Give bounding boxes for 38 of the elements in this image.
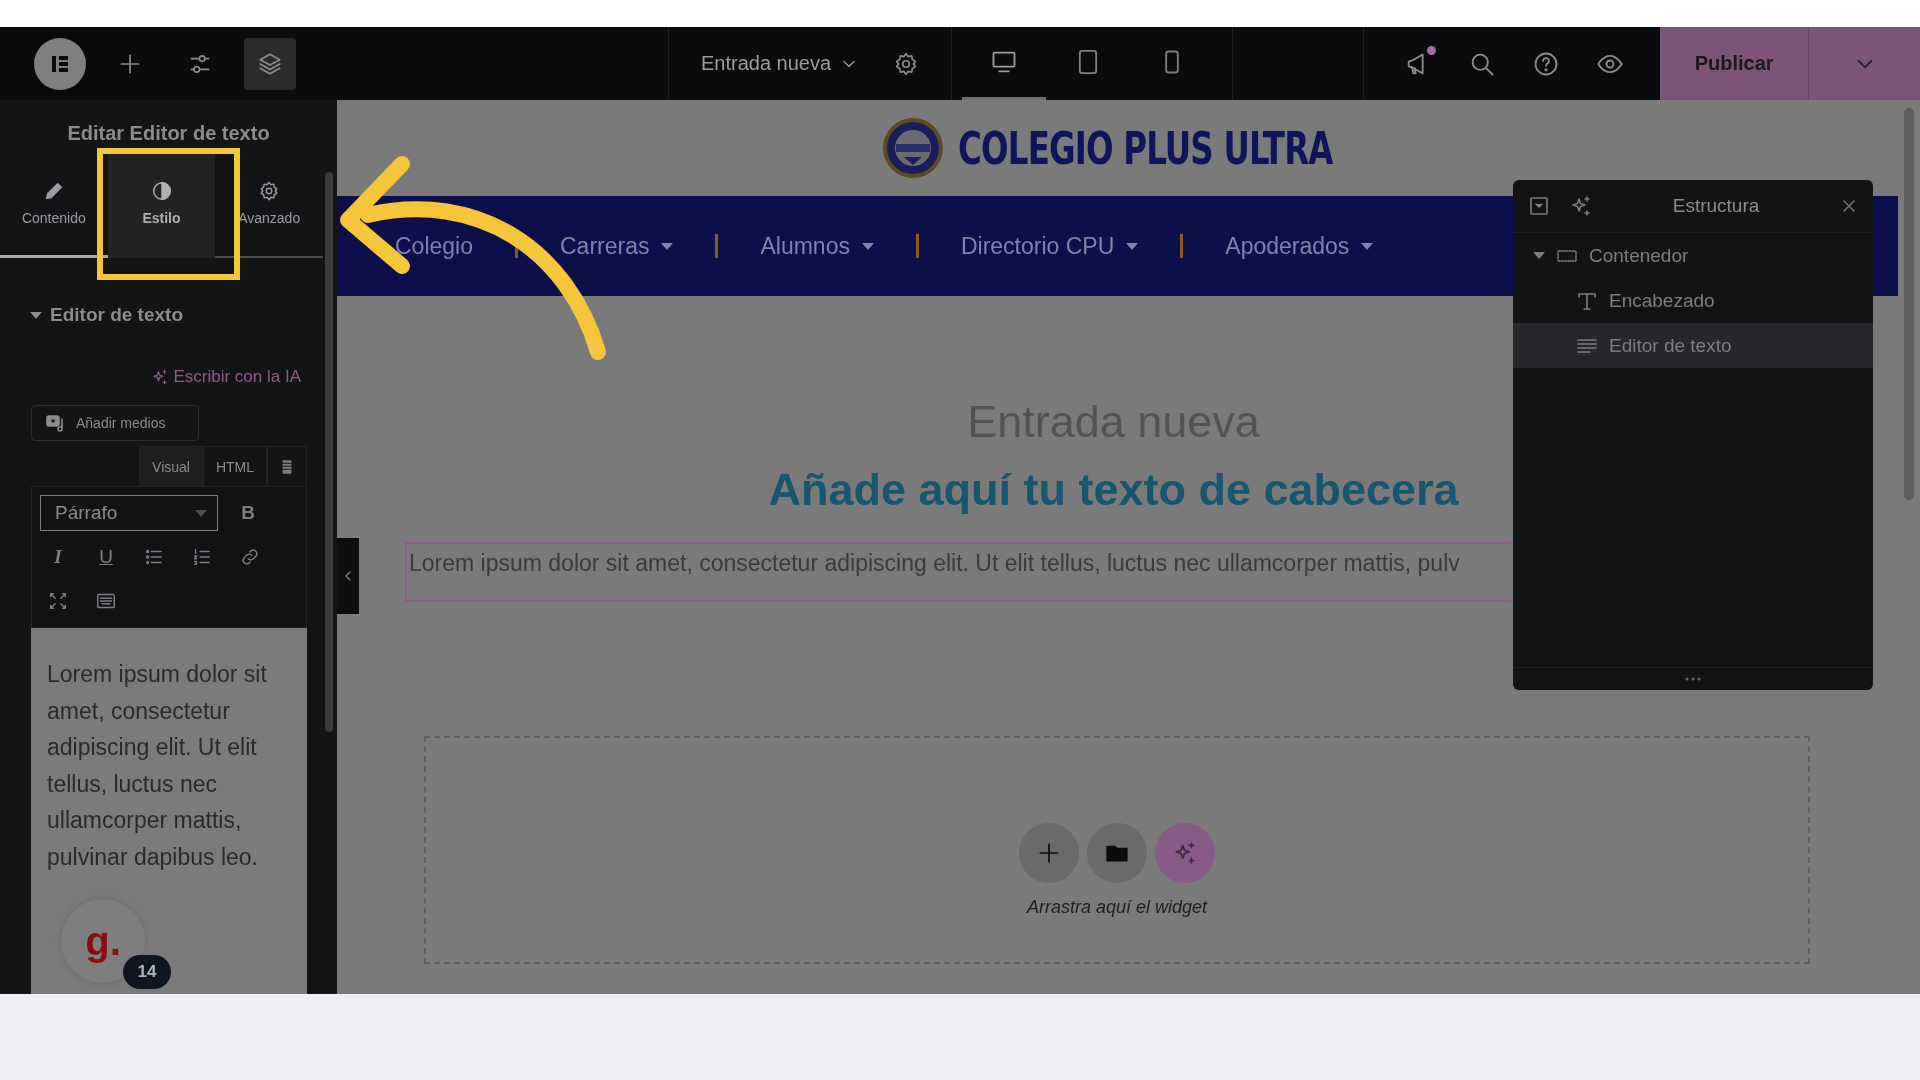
publish-button[interactable]: Publicar [1660,27,1809,100]
layers-icon[interactable] [244,37,296,90]
bold-button[interactable]: B [230,495,266,531]
editor-tab[interactable]: Visual [139,446,203,486]
scrollbar[interactable] [325,172,333,732]
nav-item[interactable]: Alumnos [760,232,874,260]
nav-item[interactable]: Carreras [560,232,674,260]
panel-title: Editar Editor de texto [66,121,271,146]
logo-icon[interactable] [34,37,86,90]
numbers-icon [191,546,213,568]
editor-text[interactable]: Lorem ipsum dolor sit amet, consectetur adipiscing elit. Ut elit tellus, luctus nec ullamcorper mattis, pulvinar dapibus leo. [47,656,291,875]
ai-link[interactable]: Escribir con la IA [145,366,307,388]
nav-item[interactable]: Apoderados [1225,232,1374,260]
caret-icon[interactable] [1533,252,1545,259]
count-badge: 14 [123,955,171,989]
resize-handle-icon[interactable] [1685,677,1701,681]
school-emblem-icon [882,117,945,179]
tree-item[interactable]: Encabezado [1513,278,1873,323]
tree-item[interactable]: Editor de texto [1513,323,1873,368]
scrollbar[interactable] [1904,108,1914,500]
sparkle-icon [151,368,170,386]
drop-zone[interactable]: Arrastra aquí el widget [424,736,1810,964]
text-widget[interactable]: Lorem ipsum dolor sit amet, consectetur adipiscing elit. Ut elit tellus, luctus nec ullamcorper mattis, pulv [405,542,1511,602]
tree-item[interactable]: Contenedor [1513,233,1873,278]
underline-button[interactable]: U [88,539,124,575]
contrast-icon [150,179,173,202]
italic-button[interactable]: I [40,539,76,575]
panel-title: Estructura [1671,195,1761,217]
format-select[interactable]: Párrafo [40,495,218,531]
document-title-dropdown[interactable]: Entrada nueva [695,51,866,76]
add-media-button[interactable]: Añadir medios [31,405,199,441]
panel-tab[interactable]: Avanzado [215,150,323,258]
notification-dot [1427,45,1437,55]
nav-item[interactable]: Colegio [395,232,473,260]
nav-item[interactable]: Directorio CPU [960,232,1139,260]
drop-hint: Arrastra aquí el widget [1026,896,1208,918]
site-title: COLEGIO PLUS ULTRA [958,122,1333,174]
heading-text: Añade aquí tu texto de cabecera [767,464,1460,516]
